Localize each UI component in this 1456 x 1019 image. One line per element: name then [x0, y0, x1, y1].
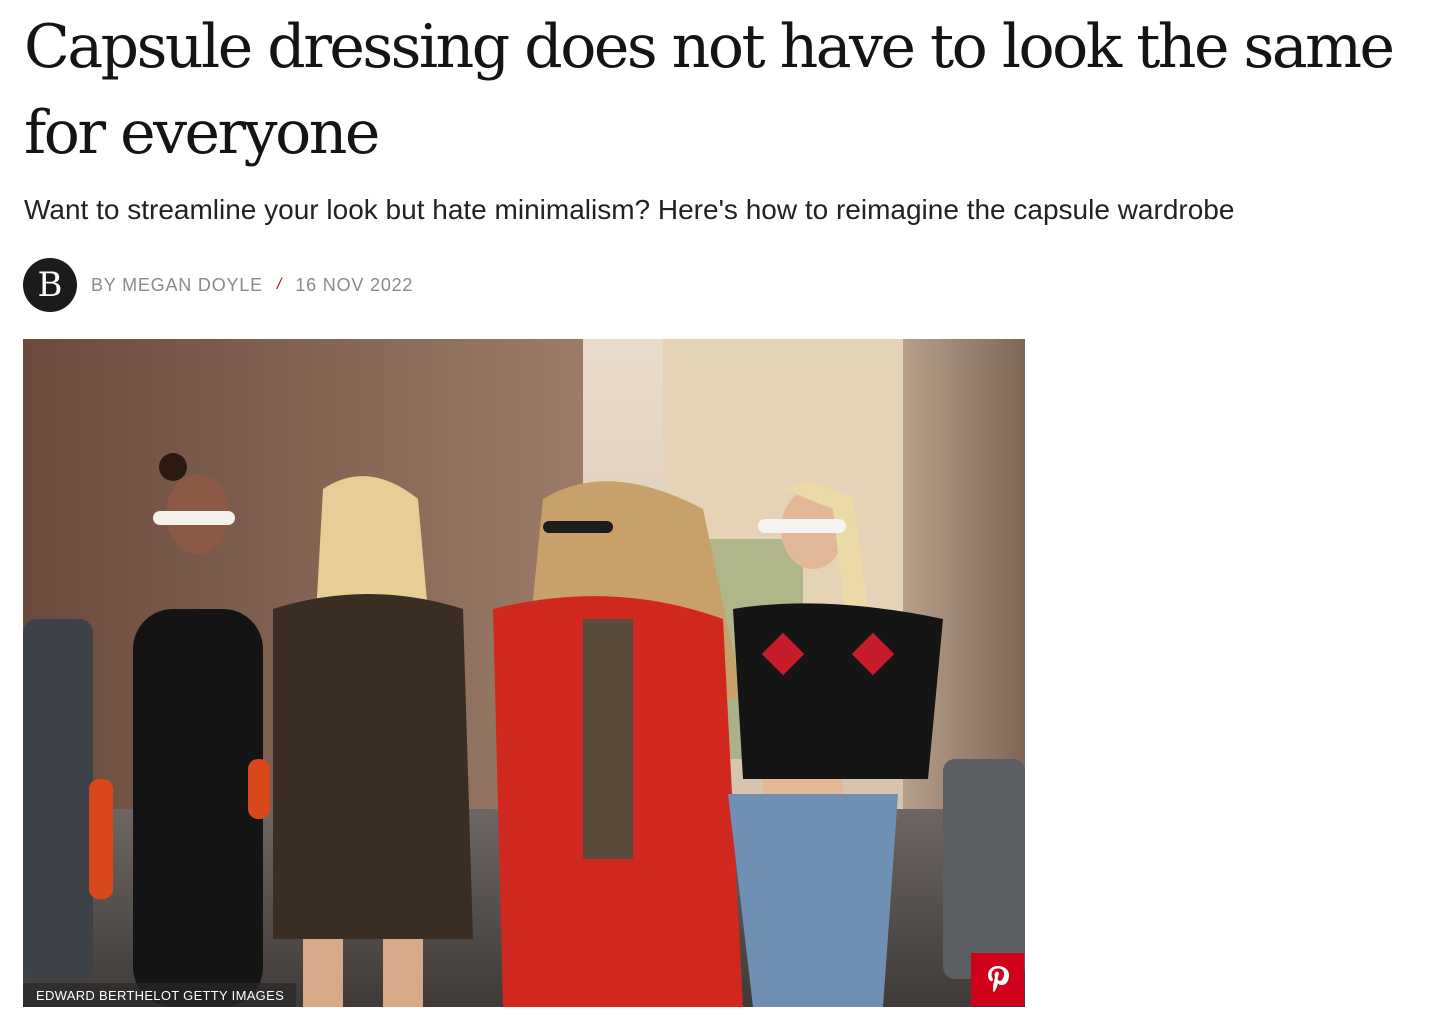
pinterest-save-button[interactable]	[971, 953, 1024, 1006]
brand-logo[interactable]: B	[23, 258, 77, 312]
byline-separator: /	[276, 276, 282, 293]
article-standfirst: Want to streamline your look but hate mi…	[24, 194, 1235, 225]
publish-date: 16 NOV 2022	[295, 274, 414, 295]
pinterest-icon	[987, 965, 1009, 992]
hero-photo	[23, 339, 1025, 1007]
article-headline: Capsule dressing does not have to look t…	[24, 12, 1395, 168]
byline: B BY MEGAN DOYLE / 16 NOV 2022	[23, 258, 413, 312]
photo-credit: EDWARD BERTHELOT GETTY IMAGES	[23, 983, 297, 1007]
brand-logo-letter: B	[37, 265, 63, 305]
hero-image: EDWARD BERTHELOT GETTY IMAGES	[23, 339, 1025, 1007]
author-link[interactable]: BY MEGAN DOYLE	[91, 275, 263, 296]
